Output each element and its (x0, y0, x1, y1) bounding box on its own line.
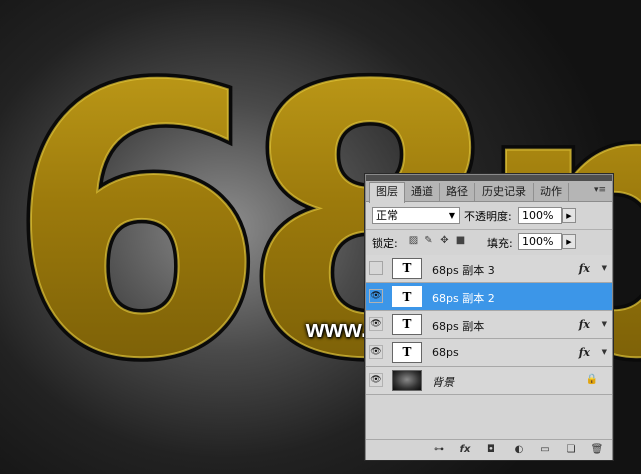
tab-actions[interactable]: 动作 (534, 183, 569, 201)
lock-move-icon[interactable]: ✥ (438, 234, 451, 247)
layer-row[interactable]: 👁 T 68ps fx ▼ (366, 339, 612, 367)
layers-list: T 68ps 副本 3 fx ▼ 👁 T 68ps 副本 2 👁 T 68ps … (366, 255, 612, 439)
fill-input[interactable]: 100% (518, 233, 562, 250)
blend-mode-select[interactable]: 正常 ▼ (372, 207, 460, 224)
adjustment-icon[interactable]: ◐ (512, 443, 526, 457)
blend-mode-value: 正常 (376, 209, 398, 222)
fx-icon[interactable]: fx (458, 443, 472, 457)
background-thumbnail (392, 370, 422, 391)
fx-icon[interactable]: fx (579, 346, 590, 359)
opacity-stepper[interactable]: ▶ (562, 208, 576, 223)
layers-panel: 图层 通道 路径 历史记录 动作 ▾≡ 正常 ▼ 不透明度: 100% ▶ 锁定… (365, 174, 613, 460)
mask-icon[interactable]: ◘ (484, 443, 498, 457)
tab-channels[interactable]: 通道 (405, 183, 440, 201)
layer-name: 68ps 副本 (432, 320, 485, 333)
trash-icon[interactable]: 🗑 (590, 443, 604, 457)
text-layer-thumbnail: T (392, 258, 422, 279)
new-layer-icon[interactable]: ❏ (564, 443, 578, 457)
expand-arrow-icon[interactable]: ▼ (602, 348, 607, 356)
tab-layers[interactable]: 图层 (369, 182, 405, 203)
panel-tabs: 图层 通道 路径 历史记录 动作 ▾≡ (366, 181, 612, 203)
layer-row-selected[interactable]: 👁 T 68ps 副本 2 (366, 283, 612, 311)
tab-history[interactable]: 历史记录 (475, 183, 534, 201)
panel-menu-icon[interactable]: ▾≡ (594, 185, 606, 195)
eye-icon[interactable]: 👁 (369, 373, 383, 387)
lock-paint-icon[interactable]: ✎ (422, 234, 435, 247)
layer-name: 68ps 副本 2 (432, 292, 495, 305)
link-icon[interactable]: ⊶ (432, 443, 446, 457)
expand-arrow-icon[interactable]: ▼ (602, 320, 607, 328)
chevron-down-icon: ▼ (448, 211, 455, 220)
layer-row[interactable]: T 68ps 副本 3 fx ▼ (366, 255, 612, 283)
layer-row-background[interactable]: 👁 背景 🔒 (366, 367, 612, 395)
fx-icon[interactable]: fx (579, 318, 590, 331)
text-layer-thumbnail: T (392, 286, 422, 307)
lock-all-icon[interactable]: ■ (454, 234, 467, 247)
panel-footer: ⊶ fx ◘ ◐ ▭ ❏ 🗑 (366, 439, 612, 460)
layer-row[interactable]: 👁 T 68ps 副本 fx ▼ (366, 311, 612, 339)
fill-stepper[interactable]: ▶ (562, 234, 576, 249)
fill-label: 填充: (487, 237, 513, 250)
lock-transparent-icon[interactable]: ▨ (407, 234, 420, 247)
text-layer-thumbnail: T (392, 342, 422, 363)
expand-arrow-icon[interactable]: ▼ (602, 264, 607, 272)
opacity-label: 不透明度: (464, 210, 512, 223)
visibility-toggle[interactable] (369, 261, 383, 275)
eye-icon[interactable]: 👁 (369, 317, 383, 331)
layer-name: 背景 (432, 376, 454, 389)
eye-icon[interactable]: 👁 (369, 345, 383, 359)
opacity-input[interactable]: 100% (518, 207, 562, 224)
layer-name: 68ps 副本 3 (432, 264, 495, 277)
lock-label: 锁定: (372, 237, 398, 250)
eye-icon[interactable]: 👁 (369, 289, 383, 303)
group-folder-icon[interactable]: ▭ (538, 443, 552, 457)
lock-icon: 🔒 (585, 374, 598, 385)
fx-icon[interactable]: fx (579, 262, 590, 275)
tab-paths[interactable]: 路径 (440, 183, 475, 201)
layer-name: 68ps (432, 346, 459, 359)
text-layer-thumbnail: T (392, 314, 422, 335)
